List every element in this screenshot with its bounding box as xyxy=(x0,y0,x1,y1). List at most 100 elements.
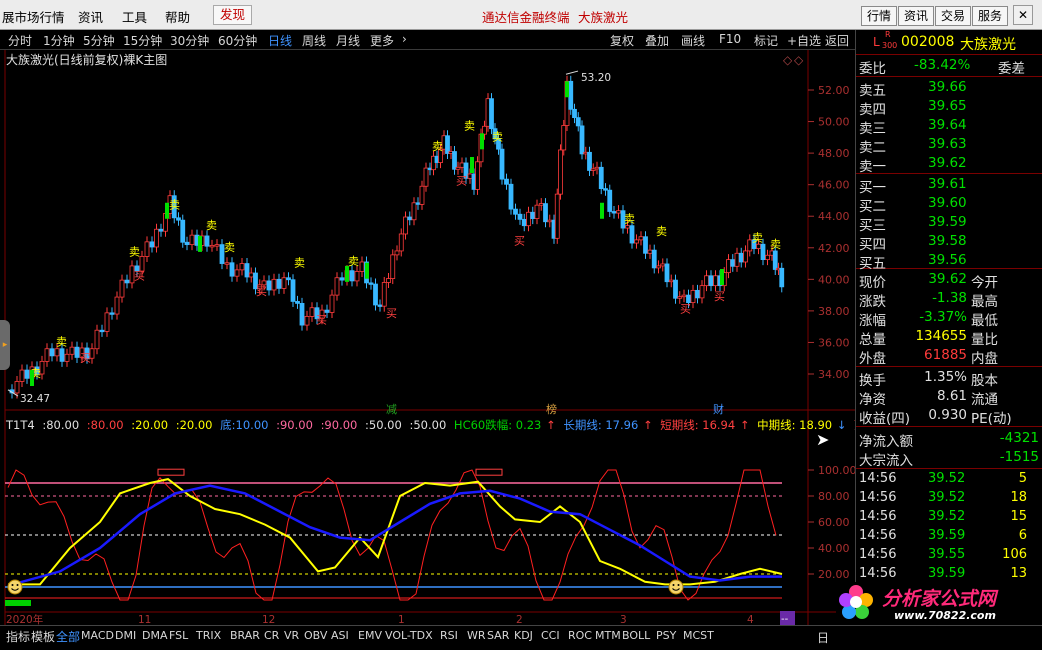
indicator-tab-trix[interactable]: TRIX xyxy=(196,629,221,642)
news-button[interactable]: 资讯 xyxy=(898,6,935,26)
flower-logo-icon xyxy=(838,584,874,620)
candle-body xyxy=(224,262,230,265)
candle-body xyxy=(677,296,683,299)
indicator-tab-kdj[interactable]: KDJ xyxy=(514,629,533,642)
candle-body xyxy=(373,283,378,306)
indicator-tab-rsi[interactable]: RSI xyxy=(440,629,458,642)
period-more[interactable]: 更多 xyxy=(370,32,394,49)
indicator-tab-cci[interactable]: CCI xyxy=(541,629,560,642)
adjust-button[interactable]: 复权 xyxy=(610,32,634,49)
candle-body xyxy=(690,289,696,304)
add-watchlist-button[interactable]: +自选 xyxy=(787,32,821,49)
indicator-tab-vr[interactable]: VR xyxy=(284,629,299,642)
period-15min[interactable]: 15分钟 xyxy=(123,32,162,49)
period-weekly[interactable]: 周线 xyxy=(302,32,326,49)
indicator-tab-bar: 指标 模板 全部 MACD DMI DMA FSL TRIX BRAR CR VR OBV ASI EMV… xyxy=(0,625,1042,650)
candle-body xyxy=(290,279,296,302)
candle-body xyxy=(508,183,514,210)
indicator-tab-fsl[interactable]: FSL xyxy=(169,629,188,642)
indicator-tab-macd[interactable]: MACD xyxy=(81,629,114,642)
indicator-tab-boll[interactable]: BOLL xyxy=(622,629,650,642)
indicator-tab-mcst[interactable]: MCST xyxy=(683,629,714,642)
candle-body xyxy=(504,178,509,185)
candle-body xyxy=(572,108,577,119)
candle-body xyxy=(24,369,30,379)
candle-body xyxy=(419,185,425,205)
indicator-tab-emv[interactable]: EMV xyxy=(358,629,382,642)
event-marker-reduce[interactable]: 减 xyxy=(386,403,397,416)
chart-area[interactable]: 52.00 50.00 48.00 46.00 44.00 42.00 40.00 38.00… xyxy=(0,50,866,626)
day-label[interactable]: 日 xyxy=(817,629,829,646)
menu-news[interactable]: 资讯 xyxy=(78,7,103,26)
indicator-tab-sar[interactable]: SAR xyxy=(487,629,509,642)
indicator-tab-mtm[interactable]: MTM xyxy=(595,629,621,642)
level-label: 40.00 xyxy=(818,542,850,555)
event-marker-list[interactable]: 榜 xyxy=(546,402,557,416)
indicator-tab-dmi[interactable]: DMI xyxy=(115,629,136,642)
candle-body xyxy=(74,346,80,358)
back-button[interactable]: 返回 xyxy=(825,32,849,49)
tick-row-2: 14:56 39.52 15 xyxy=(859,509,1027,524)
f10-button[interactable]: F10 xyxy=(719,32,741,46)
indicator-tab-wr[interactable]: WR xyxy=(467,629,486,642)
period-daily[interactable]: 日线 xyxy=(268,32,292,49)
indicator-tab-roc[interactable]: ROC xyxy=(568,629,592,642)
candle-body xyxy=(44,348,50,362)
stat2-row-0: 换手 1.35% 股本 xyxy=(859,369,998,389)
close-icon[interactable]: ✕ xyxy=(1013,5,1033,25)
xaxis-label-3: 3 xyxy=(620,614,627,625)
period-60min[interactable]: 60分钟 xyxy=(218,32,257,49)
mark-button[interactable]: 标记 xyxy=(754,32,778,49)
market-button[interactable]: 行情 xyxy=(861,6,898,26)
low-price-label: 32.47 xyxy=(20,393,50,405)
chevron-right-icon[interactable]: › xyxy=(402,32,407,46)
indicator-tab-obv[interactable]: OBV xyxy=(304,629,327,642)
indicator-tab-vol-tdx[interactable]: VOL-TDX xyxy=(385,629,433,642)
level-label: 60.00 xyxy=(818,516,850,529)
period-intraday[interactable]: 分时 xyxy=(8,32,32,49)
event-marker-finance[interactable]: 财 xyxy=(713,402,724,416)
candle-body xyxy=(271,278,277,291)
menu-help[interactable]: 帮助 xyxy=(165,7,190,26)
indicator-tab-模板[interactable]: 模板 xyxy=(31,628,55,645)
trade-button[interactable]: 交易 xyxy=(935,6,972,26)
weibi-row: 委比 -83.42% 委差 xyxy=(859,57,1025,77)
period-30min[interactable]: 30分钟 xyxy=(170,32,209,49)
candle-body xyxy=(158,228,164,232)
ask-level-3: 卖三 39.64 xyxy=(859,117,967,137)
indicator-tab-psy[interactable]: PSY xyxy=(656,629,676,642)
indicator-tab-asi[interactable]: ASI xyxy=(331,629,349,642)
menu-market[interactable]: 展市场行情 xyxy=(2,7,65,26)
promo-stock[interactable]: 大族激光 xyxy=(578,7,628,26)
sell-signal: 卖 xyxy=(492,130,503,143)
period-5min[interactable]: 5分钟 xyxy=(83,32,115,49)
candle-body xyxy=(634,239,639,244)
candle-body xyxy=(204,235,210,247)
candle-body xyxy=(119,279,125,298)
indicator-tab-dma[interactable]: DMA xyxy=(142,629,168,642)
candle-body xyxy=(647,249,653,254)
candle-body xyxy=(104,312,110,332)
kline-chart[interactable]: 52.00 50.00 48.00 46.00 44.00 42.00 40.00 38.00… xyxy=(0,50,866,626)
chart-settings-icon[interactable]: ◇ xyxy=(794,53,804,67)
chart-zoom-icon[interactable]: ◇ xyxy=(783,53,793,67)
overlay-button[interactable]: 叠加 xyxy=(645,32,669,49)
period-1min[interactable]: 1分钟 xyxy=(43,32,75,49)
buy-signal: 买 xyxy=(714,290,725,303)
candle-body xyxy=(673,279,678,299)
indicator-tab-全部[interactable]: 全部 xyxy=(56,628,80,645)
stat2-row-2: 收益(四) 0.930 PE(动) xyxy=(859,407,1012,427)
indicator-tab-cr[interactable]: CR xyxy=(264,629,279,642)
candle-body xyxy=(598,166,604,190)
buy-signal: 买 xyxy=(386,307,397,320)
indicator-tab-brar[interactable]: BRAR xyxy=(230,629,260,642)
period-monthly[interactable]: 月线 xyxy=(336,32,360,49)
watermark-url: www.70822.com xyxy=(894,609,996,622)
indicator-tab-指标[interactable]: 指标 xyxy=(6,628,30,645)
candle-body xyxy=(730,259,736,267)
menu-tools[interactable]: 工具 xyxy=(122,7,147,26)
discover-button[interactable]: 发现 xyxy=(213,5,253,25)
draw-button[interactable]: 画线 xyxy=(681,32,705,49)
left-collapse-handle[interactable]: ▸ xyxy=(0,320,10,370)
service-button[interactable]: 服务 xyxy=(972,6,1009,26)
